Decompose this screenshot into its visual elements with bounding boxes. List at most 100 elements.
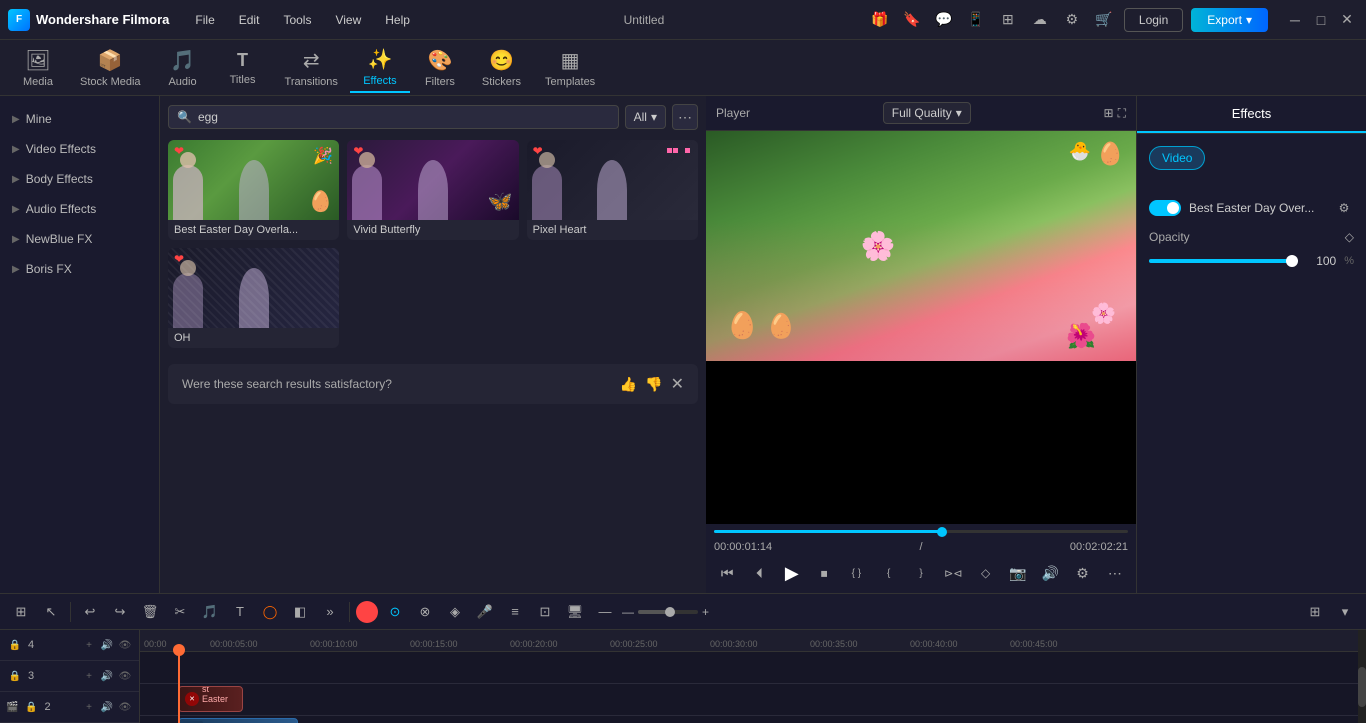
voice-btn[interactable]: 🎤 (472, 599, 498, 625)
timeline-ruler[interactable]: 00:00 00:00:05:00 00:00:10:00 00:00:15:0… (140, 630, 1366, 652)
effect-card-easter[interactable]: ❤ 🥚 🎉 Best Easter Day Overla... (168, 140, 339, 240)
maximize-button[interactable]: □ (1310, 9, 1332, 31)
thumbs-up-icon[interactable]: 👍 (620, 376, 637, 393)
export-button[interactable]: Export ▾ (1191, 8, 1268, 32)
phone-icon[interactable]: 📱 (964, 8, 988, 32)
tab-media[interactable]: 🖼 Media (8, 44, 68, 92)
bookmark-icon[interactable]: 🔖 (900, 8, 924, 32)
add-marker-btn[interactable]: ◇ (972, 559, 998, 587)
sidebar-item-body-effects[interactable]: ▶ Body Effects (0, 164, 159, 194)
tab-titles[interactable]: T Titles (213, 46, 273, 90)
login-button[interactable]: Login (1124, 8, 1183, 32)
track-add-btn[interactable]: + (81, 637, 97, 653)
mark-out-btn[interactable]: } (908, 559, 934, 587)
split-audio-btn[interactable]: ⊳⊲ (940, 559, 966, 587)
mark-btn[interactable]: ◈ (442, 599, 468, 625)
color-btn[interactable]: ◯ (257, 599, 283, 625)
track-sound-icon[interactable]: 🔊 (99, 668, 115, 684)
opacity-slider[interactable] (1149, 259, 1298, 263)
zoom-out-icon[interactable]: — (622, 605, 634, 619)
tab-stickers[interactable]: 😊 Stickers (470, 44, 533, 92)
track-eye-icon[interactable]: 👁 (117, 668, 133, 684)
sidebar-item-newblue-fx[interactable]: ▶ NewBlue FX (0, 224, 159, 254)
effect-settings-icon[interactable]: ⚙ (1334, 198, 1354, 218)
grid-view-icon[interactable]: ⊞ (1104, 106, 1114, 121)
track-add-btn[interactable]: + (81, 699, 97, 715)
sidebar-item-boris-fx[interactable]: ▶ Boris FX (0, 254, 159, 284)
cloud-icon[interactable]: ☁ (1028, 8, 1052, 32)
effect-card-butterfly[interactable]: ❤ 🦋 Vivid Butterfly (347, 140, 518, 240)
sidebar-item-video-effects[interactable]: ▶ Video Effects (0, 134, 159, 164)
scene-detect-btn[interactable]: ⊗ (412, 599, 438, 625)
cut-btn[interactable]: ✂ (167, 599, 193, 625)
timeline-more-icon[interactable]: ▾ (1332, 599, 1358, 625)
tab-templates[interactable]: ▦ Templates (533, 44, 607, 92)
video-section-btn[interactable]: Video (1149, 146, 1205, 170)
redo-btn[interactable]: ↪ (107, 599, 133, 625)
gift-icon[interactable]: 🎁 (868, 8, 892, 32)
track-lock-icon[interactable]: 🔒 (6, 667, 24, 685)
tab-audio[interactable]: 🎵 Audio (153, 44, 213, 92)
remove-bg-btn[interactable]: — (592, 599, 618, 625)
tab-filters[interactable]: 🎨 Filters (410, 44, 470, 92)
search-input[interactable] (198, 110, 610, 124)
fit-timeline-btn[interactable]: ⊞ (8, 599, 34, 625)
settings-btn[interactable]: ⚙ (1069, 559, 1095, 587)
keyframe-diamond-icon[interactable]: ◇ (1345, 230, 1354, 244)
screenshot-btn[interactable]: 📷 (1005, 559, 1031, 587)
menu-help[interactable]: Help (375, 9, 420, 31)
tab-stock-media[interactable]: 📦 Stock Media (68, 44, 153, 92)
play-next-frame-btn[interactable]: { } (843, 559, 869, 587)
rpanel-tab-effects[interactable]: Effects (1137, 96, 1366, 133)
zoom-in-icon[interactable]: + (702, 605, 709, 619)
sidebar-item-mine[interactable]: ▶ Mine (0, 104, 159, 134)
select-tool-btn[interactable]: ↖ (38, 599, 64, 625)
effect-toggle[interactable] (1149, 200, 1181, 216)
undo-btn[interactable]: ↩ (77, 599, 103, 625)
effect-card-oh[interactable]: ❤ OH (168, 248, 339, 348)
sidebar-item-audio-effects[interactable]: ▶ Audio Effects (0, 194, 159, 224)
track-sound-icon[interactable]: 🔊 (99, 699, 115, 715)
screen-rec-btn[interactable]: 🖥 (562, 599, 588, 625)
record-btn[interactable] (356, 601, 378, 623)
satisfaction-close-btn[interactable]: ✕ (671, 374, 684, 394)
fullscreen-icon[interactable]: ⛶ (1118, 106, 1126, 121)
subtitle-btn[interactable]: ⊡ (532, 599, 558, 625)
quality-dropdown[interactable]: Full Quality ▾ (883, 102, 971, 124)
settings-icon[interactable]: ⚙ (1060, 8, 1084, 32)
clip-x-btn[interactable]: ✕ (185, 692, 199, 706)
search-filter-dropdown[interactable]: All ▾ (625, 105, 666, 129)
cart-icon[interactable]: 🛒 (1092, 8, 1116, 32)
progress-bar[interactable] (714, 530, 1128, 533)
skip-back-btn[interactable]: ⏮ (714, 559, 740, 587)
thumbs-down-icon[interactable]: 👎 (645, 376, 662, 393)
captions-btn[interactable]: ≡ (502, 599, 528, 625)
grid-icon[interactable]: ⊞ (996, 8, 1020, 32)
scroll-thumb[interactable] (1358, 667, 1366, 707)
track-lock-icon[interactable]: 🔒 (6, 636, 24, 654)
track-lock-icon[interactable]: 🔒 (22, 698, 40, 716)
vertical-scrollbar[interactable] (1358, 630, 1366, 723)
video-clip[interactable]: 🌸 lowers - Vide... (178, 718, 298, 723)
opacity-thumb[interactable] (1286, 255, 1298, 267)
menu-view[interactable]: View (325, 9, 371, 31)
menu-file[interactable]: File (185, 9, 224, 31)
timeline-settings-icon[interactable]: ⊞ (1302, 599, 1328, 625)
menu-tools[interactable]: Tools (273, 9, 321, 31)
mask-btn[interactable]: ◧ (287, 599, 313, 625)
track-eye-icon[interactable]: 👁 (117, 637, 133, 653)
audio-btn[interactable]: 🎵 (197, 599, 223, 625)
track-eye-icon[interactable]: 👁 (117, 699, 133, 715)
more-tools-btn[interactable]: » (317, 599, 343, 625)
track-sound-icon[interactable]: 🔊 (99, 637, 115, 653)
effect-clip[interactable]: ✕ st Easter ... (178, 686, 243, 712)
search-more-btn[interactable]: ⋯ (672, 104, 698, 130)
stop-btn[interactable]: ⏹ (811, 559, 837, 587)
track-add-btn[interactable]: + (81, 668, 97, 684)
tab-transitions[interactable]: ⇄ Transitions (273, 44, 350, 92)
menu-edit[interactable]: Edit (229, 9, 270, 31)
more-btn[interactable]: ⋯ (1102, 559, 1128, 587)
text-btn[interactable]: T (227, 599, 253, 625)
snap-btn[interactable]: ⊙ (382, 599, 408, 625)
delete-btn[interactable]: 🗑 (137, 599, 163, 625)
